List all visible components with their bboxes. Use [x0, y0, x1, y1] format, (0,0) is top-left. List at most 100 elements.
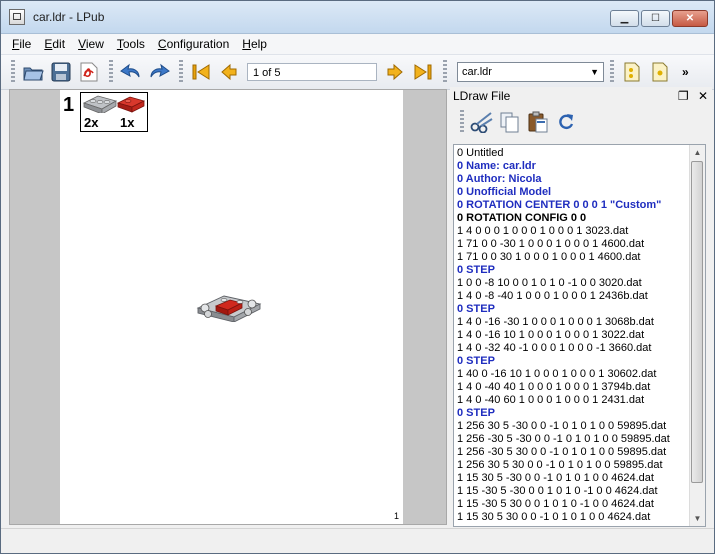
menu-configuration[interactable]: Configuration [151, 37, 235, 51]
menu-view[interactable]: View [71, 37, 110, 51]
dock-toolbar [450, 105, 712, 139]
main-toolbar: 1 of 5 car.ldr ▼ » [1, 55, 714, 90]
red-part-image [116, 96, 146, 113]
undo-icon [120, 63, 140, 78]
scroll-up-icon[interactable]: ▲ [690, 145, 705, 160]
ldraw-line: 1 4 0 -40 40 1 0 0 0 1 0 0 0 1 3794b.dat [457, 381, 651, 393]
undo-button[interactable] [119, 60, 143, 84]
toolbar-grip[interactable] [11, 60, 15, 84]
ldraw-line: 0 Author: Nicola [457, 173, 542, 185]
ldraw-line: 0 STEP [457, 355, 495, 367]
step-number: 1 [63, 94, 75, 116]
part-quantity: 2x [84, 115, 99, 130]
ldraw-line: 0 STEP [457, 407, 495, 419]
save-button[interactable] [49, 60, 73, 84]
toolbar-grip[interactable] [610, 60, 614, 84]
ldraw-line: 1 4 0 -16 -30 1 0 0 0 1 0 0 0 1 3068b.da… [457, 316, 654, 328]
menu-bar: File Edit View Tools Configuration Help [1, 34, 714, 55]
gray-part-image [83, 95, 117, 113]
ldraw-line: 1 256 -30 5 30 0 0 -1 0 1 0 1 0 0 59895.… [457, 446, 667, 458]
ldraw-lines: 0 Untitled 0 Name: car.ldr 0 Author: Nicol… [454, 145, 689, 524]
refresh-button[interactable] [554, 110, 578, 134]
toolbar-grip[interactable] [109, 60, 113, 84]
cut-icon [470, 112, 493, 133]
last-page-icon [414, 64, 432, 80]
step-assembly-image [196, 295, 262, 322]
page-number-field[interactable]: 1 of 5 [247, 63, 377, 81]
ldraw-line: 0 Unofficial Model [457, 186, 552, 198]
first-page-button[interactable] [189, 60, 213, 84]
ldraw-line: 1 71 0 0 -30 1 0 0 0 1 0 0 0 1 4600.dat [457, 238, 645, 250]
previous-page-button[interactable] [217, 60, 241, 84]
minimize-button[interactable]: ▁ [610, 10, 639, 27]
part-quantity: 1x [120, 115, 135, 130]
ldraw-line: 1 4 0 -40 60 1 0 0 0 1 0 0 0 1 2431.dat [457, 394, 645, 406]
ldraw-line: 1 15 -30 5 -30 0 0 1 0 1 0 -1 0 0 4624.d… [457, 485, 658, 497]
ldraw-line: 0 Name: car.ldr [457, 160, 536, 172]
window-title: car.ldr - LPub [33, 10, 105, 24]
open-button[interactable] [21, 60, 45, 84]
ldraw-line: 1 71 0 0 30 1 0 0 0 1 0 0 0 1 4600.dat [457, 251, 641, 263]
ldraw-line: 0 ROTATION CONFIG 0 0 [457, 212, 587, 224]
app-window: car.ldr - LPub ▁ ☐ ✕ File Edit View Tool… [0, 0, 715, 554]
page-setup-button[interactable] [620, 60, 644, 84]
parts-list[interactable]: 2x 1x [80, 92, 148, 132]
maximize-button[interactable]: ☐ [641, 10, 670, 27]
first-page-icon [192, 64, 210, 80]
ldraw-line: 1 256 -30 5 -30 0 0 -1 0 1 0 1 0 0 59895… [457, 433, 670, 445]
menu-tools[interactable]: Tools [110, 37, 151, 51]
ldraw-line: 1 4 0 -8 -40 1 0 0 0 1 0 0 0 1 2436b.dat [457, 290, 648, 302]
page-number-label: 1 [393, 511, 399, 521]
ldraw-line: 1 256 30 5 30 0 0 -1 0 1 0 1 0 0 59895.d… [457, 459, 663, 471]
copy-icon [500, 112, 519, 133]
close-dock-icon[interactable]: ✕ [698, 89, 708, 103]
prev-page-icon [221, 63, 237, 81]
caption-buttons: ▁ ☐ ✕ [610, 10, 708, 27]
instruction-page: 1 2x 1x 1 [60, 90, 403, 524]
ldraw-line: 1 15 -30 5 30 0 0 1 0 1 0 -1 0 0 4624.da… [457, 498, 654, 510]
ldraw-line: 1 4 0 0 0 1 0 0 0 1 0 0 0 1 3023.dat [457, 225, 629, 237]
menu-file[interactable]: File [5, 37, 37, 51]
pdf-icon [80, 62, 98, 82]
ldraw-line: 0 STEP [457, 264, 495, 276]
menu-edit[interactable]: Edit [37, 37, 71, 51]
vertical-scrollbar[interactable]: ▲ ▼ [689, 145, 705, 526]
scrollbar-thumb[interactable] [691, 161, 703, 483]
model-selector[interactable]: car.ldr ▼ [457, 62, 604, 82]
toolbar-grip[interactable] [443, 60, 447, 84]
scroll-down-icon[interactable]: ▼ [690, 511, 705, 526]
last-page-button[interactable] [411, 60, 435, 84]
paste-button[interactable] [526, 110, 550, 134]
chevron-down-icon: ▼ [590, 67, 599, 77]
model-selector-value: car.ldr [462, 66, 492, 78]
save-icon [51, 62, 71, 82]
close-button[interactable]: ✕ [672, 10, 708, 27]
ldraw-line: 0 ROTATION CENTER 0 0 0 1 "Custom" [457, 199, 662, 211]
toolbar-grip[interactable] [179, 60, 183, 84]
ldraw-file-dock: LDraw File ❐ ✕ 0 Untitled 0 Name: car.ld… [450, 87, 712, 527]
paste-icon [528, 111, 548, 133]
copy-button[interactable] [498, 110, 522, 134]
page-setup-alt-button[interactable] [648, 60, 672, 84]
title-bar[interactable]: car.ldr - LPub ▁ ☐ ✕ [1, 1, 714, 34]
float-dock-icon[interactable]: ❐ [678, 89, 689, 103]
cut-button[interactable] [470, 110, 494, 134]
toolbar-grip[interactable] [460, 110, 464, 134]
next-page-button[interactable] [383, 60, 407, 84]
page-setup-alt-icon [652, 62, 668, 82]
app-icon [9, 9, 25, 25]
ldraw-line: 0 STEP [457, 303, 495, 315]
ldraw-line: 1 256 30 5 -30 0 0 -1 0 1 0 1 0 0 59895.… [457, 420, 667, 432]
ldraw-line: 1 4 0 -32 40 -1 0 0 0 1 0 0 0 -1 3660.da… [457, 342, 652, 354]
instruction-view[interactable]: 1 2x 1x 1 [9, 89, 447, 525]
page-setup-icon [624, 62, 640, 82]
export-pdf-button[interactable] [77, 60, 101, 84]
dock-title-bar[interactable]: LDraw File ❐ ✕ [450, 87, 712, 105]
ldraw-text-editor[interactable]: 0 Untitled 0 Name: car.ldr 0 Author: Nicol… [453, 144, 706, 527]
open-icon [23, 67, 44, 81]
toolbar-overflow-button[interactable]: » [682, 65, 689, 79]
ldraw-line: 1 15 30 5 -30 0 0 -1 0 1 0 1 0 0 4624.da… [457, 472, 654, 484]
menu-help[interactable]: Help [235, 37, 273, 51]
redo-button[interactable] [147, 60, 171, 84]
ldraw-line: 1 15 30 5 30 0 0 -1 0 1 0 1 0 0 4624.dat [457, 511, 651, 523]
